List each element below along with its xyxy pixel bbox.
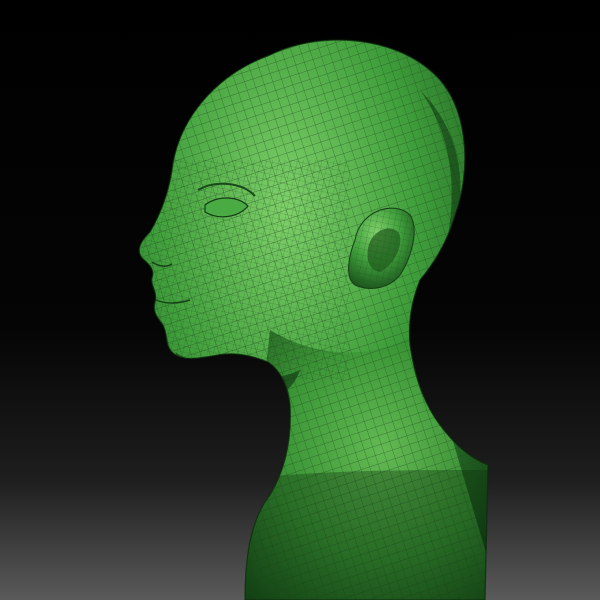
head-render-canvas xyxy=(0,0,600,600)
render-viewport xyxy=(0,0,600,600)
